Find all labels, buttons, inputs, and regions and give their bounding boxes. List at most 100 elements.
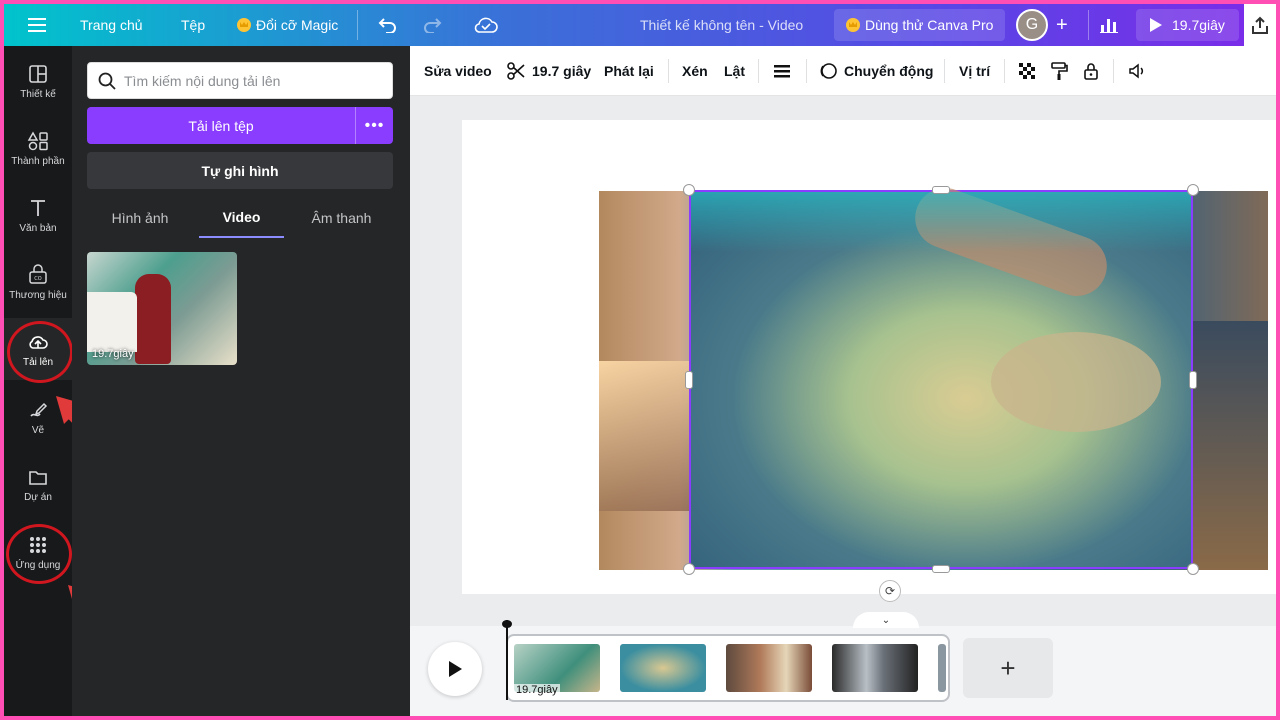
- lock-icon: [1084, 63, 1098, 80]
- clip-frame: [832, 644, 918, 692]
- tab-images[interactable]: Hình ảnh: [87, 198, 193, 238]
- sunset-rays-shape: [599, 361, 689, 511]
- search-icon: [98, 72, 116, 90]
- bar-chart-icon: [1100, 19, 1118, 33]
- layout-icon: [29, 64, 47, 83]
- search-input[interactable]: [124, 72, 384, 89]
- resize-handle-bottom[interactable]: [932, 565, 950, 573]
- redo-icon: [424, 18, 442, 33]
- resize-handle-tl[interactable]: [683, 184, 695, 196]
- rail-item-brand[interactable]: CO Thương hiệu: [4, 251, 72, 313]
- cloud-saved-icon[interactable]: [474, 4, 498, 46]
- resize-handle-tr[interactable]: [1187, 184, 1199, 196]
- insights-button[interactable]: [1100, 4, 1118, 46]
- svg-text:CO: CO: [34, 276, 41, 282]
- avatar[interactable]: G: [1016, 9, 1048, 41]
- side-rail: Thiết kế Thành phần Văn bản CO Thương hi…: [4, 46, 129, 716]
- playhead[interactable]: [502, 620, 512, 700]
- record-yourself-button[interactable]: Tự ghi hình: [87, 152, 393, 189]
- play-icon: [1150, 18, 1162, 32]
- share-icon: [1252, 16, 1268, 34]
- resize-handle-br[interactable]: [1187, 563, 1199, 575]
- edit-video-button[interactable]: Sửa video: [424, 46, 492, 96]
- video-clip-track[interactable]: 19.7giây: [506, 634, 950, 702]
- undo-icon: [378, 18, 396, 33]
- video-duration-label: 19.7giây: [92, 348, 134, 360]
- rail-item-elements[interactable]: Thành phần: [4, 117, 72, 179]
- play-icon: [449, 661, 462, 677]
- checkerboard-icon: [1019, 63, 1035, 79]
- clip-frame: [620, 644, 706, 692]
- add-page-button[interactable]: +: [963, 638, 1053, 698]
- resize-handle-left[interactable]: [685, 371, 693, 389]
- trim-button[interactable]: 19.7 giây: [506, 46, 591, 96]
- resize-handle-bl[interactable]: [683, 563, 695, 575]
- water-surface-shape: [691, 192, 1191, 252]
- magic-resize-button[interactable]: Đổi cỡ Magic: [237, 4, 338, 46]
- flip-button[interactable]: Lật: [724, 46, 745, 96]
- annotation-circle-apps: [6, 524, 72, 584]
- animate-circle-icon: [820, 63, 837, 79]
- upload-files-button[interactable]: Tải lên tệp: [87, 107, 355, 144]
- selected-video[interactable]: [689, 179, 1193, 569]
- clip-duration-label: 19.7giây: [514, 684, 560, 696]
- resize-handle-top[interactable]: [932, 186, 950, 194]
- uploaded-video-thumbnail[interactable]: 19.7giây: [87, 252, 237, 365]
- uploads-panel: Tải lên tệp ••• Tự ghi hình Hình ảnh Vid…: [72, 46, 410, 716]
- document-title[interactable]: Thiết kế không tên - Video: [640, 4, 803, 46]
- paint-roller-icon: [1051, 62, 1068, 80]
- chevron-down-icon[interactable]: ⌄: [853, 612, 919, 628]
- animate-button[interactable]: Chuyển động: [818, 46, 933, 96]
- present-play-button[interactable]: 19.7giây: [1136, 9, 1239, 41]
- position-button[interactable]: Vị trí: [959, 46, 990, 96]
- file-menu[interactable]: Tệp: [181, 4, 205, 46]
- border-style-button[interactable]: [772, 46, 792, 96]
- border-lines-icon: [774, 65, 790, 78]
- home-link[interactable]: Trang chủ: [80, 4, 143, 46]
- scissors-icon: [507, 62, 525, 80]
- context-toolbar: Sửa video 19.7 giây Phát lại Xén Lật Chu…: [410, 46, 1276, 96]
- tab-audio[interactable]: Âm thanh: [290, 198, 393, 238]
- elements-icon: [27, 130, 48, 150]
- resize-handle-right[interactable]: [1189, 371, 1197, 389]
- volume-button[interactable]: [1127, 46, 1147, 96]
- brand-icon: CO: [29, 263, 47, 284]
- canvas-area: ⟳: [410, 96, 1276, 626]
- try-pro-button[interactable]: Dùng thử Canva Pro: [834, 9, 1006, 41]
- sunset-right-shape: [1192, 321, 1268, 570]
- share-button[interactable]: [1244, 4, 1276, 46]
- text-icon: [31, 199, 45, 216]
- playback-button[interactable]: Phát lại: [604, 46, 654, 96]
- timeline: ⌄ 19.7giây +: [410, 612, 1276, 716]
- red-towel-shape: [135, 274, 171, 364]
- search-box[interactable]: [87, 62, 393, 99]
- rail-item-design[interactable]: Thiết kế: [4, 50, 72, 112]
- copy-style-button[interactable]: [1049, 46, 1069, 96]
- rail-item-text[interactable]: Văn bản: [4, 184, 72, 246]
- volume-icon: [1129, 63, 1144, 79]
- top-bar: Trang chủ Tệp Đổi cỡ Magic Thiết kế khôn…: [4, 4, 1276, 46]
- crop-button[interactable]: Xén: [682, 46, 708, 96]
- clip-frame: [726, 644, 812, 692]
- folder-icon: [29, 470, 47, 485]
- annotation-circle-uploads: [7, 321, 73, 383]
- more-options-button[interactable]: •••: [355, 107, 393, 144]
- share-with-people-button[interactable]: +: [1056, 4, 1068, 46]
- swimmer-head-shape: [991, 332, 1161, 432]
- app-window: Trang chủ Tệp Đổi cỡ Magic Thiết kế khôn…: [4, 4, 1276, 716]
- lock-button[interactable]: [1081, 46, 1101, 96]
- undo-button[interactable]: [378, 4, 398, 46]
- redo-button[interactable]: [422, 4, 442, 46]
- pro-crown-icon: [846, 18, 860, 32]
- tab-video[interactable]: Video: [199, 198, 284, 238]
- rotate-icon[interactable]: ⟳: [879, 580, 901, 602]
- design-page[interactable]: [462, 120, 1276, 594]
- clip-frame: [938, 644, 946, 692]
- timeline-play-button[interactable]: [428, 642, 482, 696]
- draw-icon: [30, 402, 48, 417]
- upload-files-button-group: Tải lên tệp •••: [87, 107, 393, 144]
- bathtub-shape: [87, 292, 137, 352]
- transparency-button[interactable]: [1017, 46, 1037, 96]
- menu-icon[interactable]: [28, 4, 46, 46]
- crown-icon: [237, 18, 251, 32]
